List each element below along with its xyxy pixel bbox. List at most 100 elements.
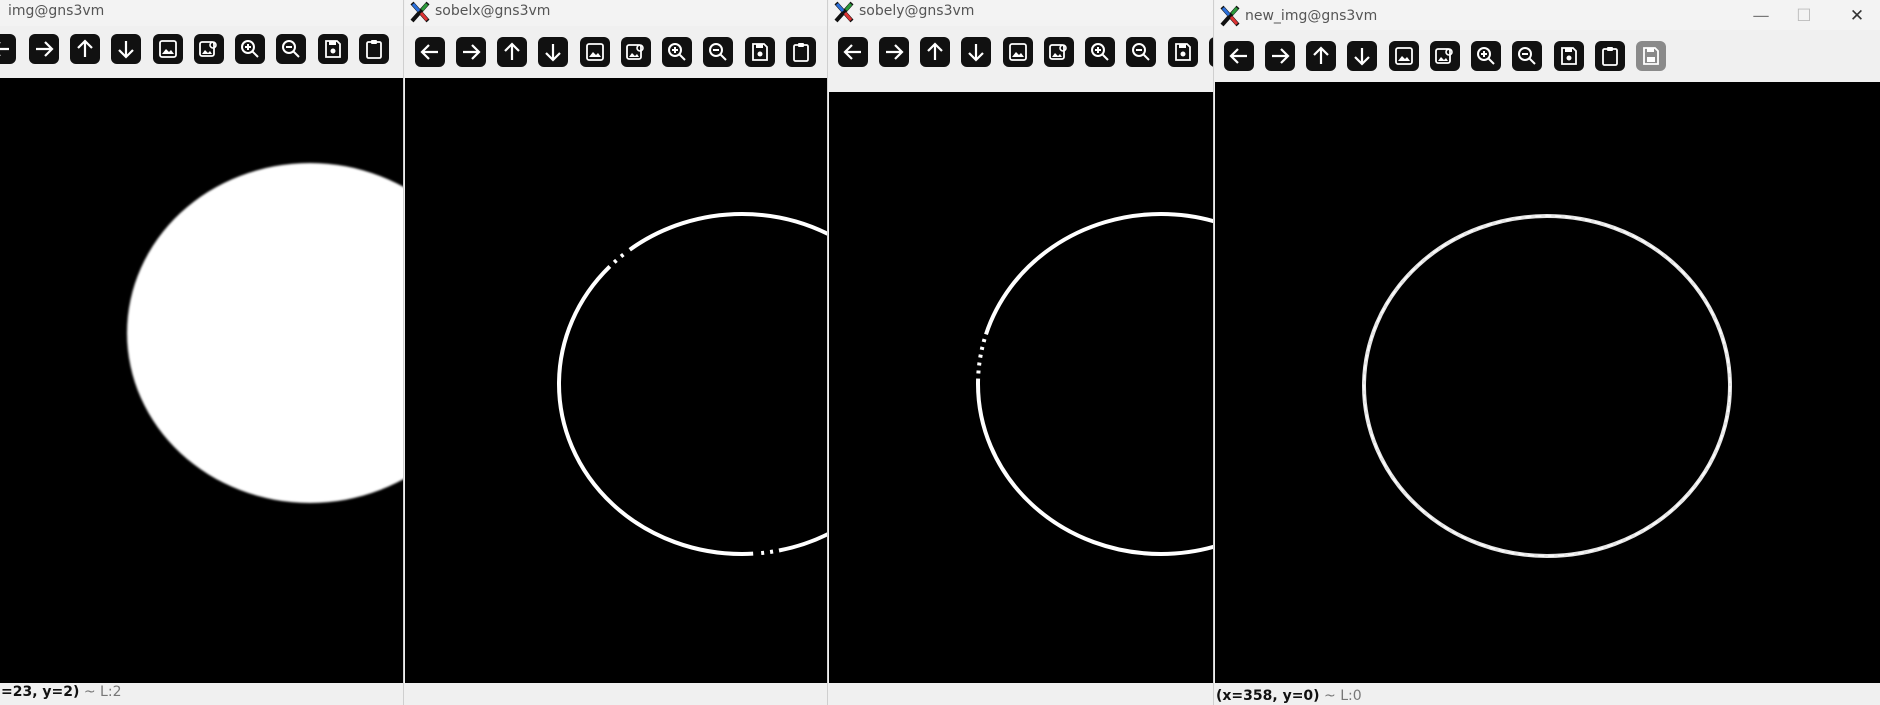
window-title: new_img@gns3vm <box>1245 8 1378 24</box>
edge-ring <box>976 212 1214 556</box>
image-search-button[interactable] <box>1044 37 1074 67</box>
arrow-down-icon <box>968 44 984 62</box>
save-icon <box>1175 43 1191 61</box>
arrow-down-button[interactable] <box>1347 41 1377 71</box>
arrow-left-icon <box>0 42 9 56</box>
arrow-down-icon <box>118 41 134 59</box>
title-bar[interactable]: sobely@gns3vm <box>829 0 1214 26</box>
title-bar[interactable]: new_img@gns3vm — ☐ ✕ <box>1215 0 1880 30</box>
zoom-in-icon <box>241 40 259 58</box>
image-search-button[interactable] <box>1430 41 1460 71</box>
arrow-left-icon <box>843 44 861 60</box>
arrow-down-button[interactable] <box>538 37 568 67</box>
status-bar: =23, y=2) ~ L:2 <box>0 684 404 704</box>
clipboard-button[interactable] <box>359 34 389 64</box>
image-canvas[interactable] <box>0 78 404 683</box>
arrow-down-icon <box>1354 48 1370 66</box>
clipboard-icon <box>366 40 382 59</box>
minimize-button[interactable]: — <box>1746 4 1776 28</box>
image-button[interactable] <box>580 37 610 67</box>
image-icon <box>1395 47 1413 65</box>
status-bar <box>829 684 1214 704</box>
zoom-out-button[interactable] <box>276 34 306 64</box>
toolbar <box>405 30 828 74</box>
arrow-up-button[interactable] <box>497 37 527 67</box>
arrow-up-icon <box>77 39 93 57</box>
save-button[interactable] <box>1554 41 1584 71</box>
edge-ring <box>1362 214 1732 558</box>
save-icon <box>1561 47 1577 65</box>
arrow-right-button[interactable] <box>1265 41 1295 71</box>
cursor-coordinates: =23, y=2) <box>1 684 80 700</box>
arrow-up-icon <box>1313 46 1329 64</box>
save-disabled-button <box>1636 41 1666 71</box>
image-search-icon <box>1049 44 1067 60</box>
zoom-in-button[interactable] <box>1085 37 1115 67</box>
image-button[interactable] <box>153 34 183 64</box>
image-icon <box>586 43 604 61</box>
clipboard-button[interactable] <box>786 37 816 67</box>
arrow-up-icon <box>927 42 943 60</box>
title-bar[interactable]: img@gns3vm <box>0 0 404 26</box>
arrow-left-button[interactable] <box>0 34 16 64</box>
zoom-out-icon <box>1132 43 1150 61</box>
window-sobelx: sobelx@gns3vm <box>405 0 828 705</box>
image-search-button[interactable] <box>194 34 224 64</box>
toolbar <box>0 28 404 72</box>
image-icon <box>159 40 177 58</box>
arrow-right-icon <box>886 44 904 60</box>
window-img: img@gns3vm =23, y=2) ~ L:2 <box>0 0 404 705</box>
level-value: L:2 <box>100 684 122 700</box>
zoom-in-icon <box>1477 47 1495 65</box>
zoom-out-button[interactable] <box>1512 41 1542 71</box>
zoom-in-button[interactable] <box>1471 41 1501 71</box>
arrow-up-button[interactable] <box>920 37 950 67</box>
sobelx-canvas[interactable] <box>405 78 828 683</box>
arrow-left-icon <box>1229 48 1247 64</box>
clipboard-icon <box>793 43 809 62</box>
arrow-up-button[interactable] <box>70 34 100 64</box>
image-search-icon <box>199 41 217 57</box>
arrow-right-button[interactable] <box>879 37 909 67</box>
zoom-in-button[interactable] <box>235 34 265 64</box>
save-button[interactable] <box>318 34 348 64</box>
title-bar[interactable]: sobelx@gns3vm <box>405 0 828 26</box>
close-button[interactable]: ✕ <box>1842 4 1872 28</box>
sobely-canvas[interactable] <box>829 92 1214 683</box>
save-disabled-icon <box>1643 47 1659 65</box>
maximize-button[interactable]: ☐ <box>1789 4 1819 28</box>
arrow-up-button[interactable] <box>1306 41 1336 71</box>
clipboard-icon <box>1602 47 1618 66</box>
toolbar <box>1215 34 1880 78</box>
image-button[interactable] <box>1003 37 1033 67</box>
arrow-left-button[interactable] <box>1224 41 1254 71</box>
save-button[interactable] <box>1168 37 1198 67</box>
x-logo-icon <box>1219 5 1241 31</box>
white-disc <box>127 163 404 503</box>
zoom-in-button[interactable] <box>662 37 692 67</box>
arrow-down-button[interactable] <box>111 34 141 64</box>
arrow-down-button[interactable] <box>961 37 991 67</box>
arrow-left-button[interactable] <box>838 37 868 67</box>
arrow-right-button[interactable] <box>29 34 59 64</box>
zoom-in-icon <box>668 43 686 61</box>
window-sobely: sobely@gns3vm <box>829 0 1214 705</box>
new-img-canvas[interactable] <box>1215 82 1880 683</box>
arrow-left-icon <box>420 44 438 60</box>
cursor-coordinates: (x=358, y=0) <box>1216 688 1320 704</box>
zoom-out-button[interactable] <box>703 37 733 67</box>
zoom-out-icon <box>709 43 727 61</box>
zoom-out-button[interactable] <box>1126 37 1156 67</box>
status-bar <box>405 684 828 704</box>
clipboard-button[interactable] <box>1595 41 1625 71</box>
level-value: L:0 <box>1340 688 1362 704</box>
image-button[interactable] <box>1389 41 1419 71</box>
image-search-button[interactable] <box>621 37 651 67</box>
window-title: img@gns3vm <box>8 3 105 19</box>
window-border <box>403 0 404 705</box>
save-button[interactable] <box>745 37 775 67</box>
arrow-left-button[interactable] <box>415 37 445 67</box>
arrow-right-button[interactable] <box>456 37 486 67</box>
edge-ring <box>557 212 828 556</box>
zoom-in-icon <box>1091 43 1109 61</box>
